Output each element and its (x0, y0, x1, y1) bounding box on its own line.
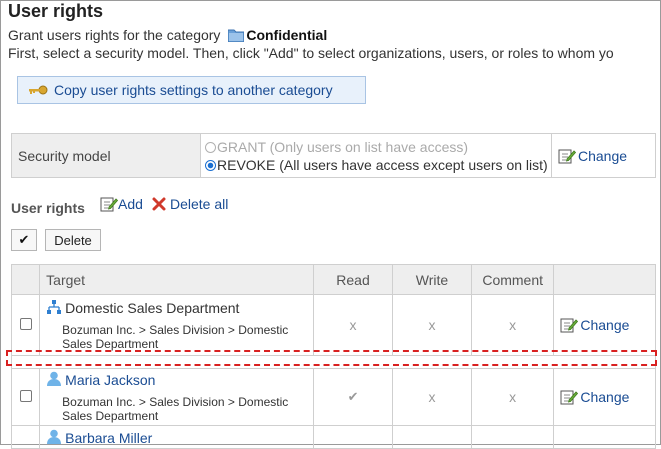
user-rights-heading: User rights (11, 200, 85, 216)
target-path: Bozuman Inc. > Sales Division > Domestic… (62, 395, 289, 423)
header-read: Read (312, 264, 394, 295)
key-icon (28, 82, 48, 98)
folder-icon (227, 28, 245, 45)
read-value: ✔ (312, 368, 394, 426)
header-change-col (553, 264, 656, 295)
write-value: x (392, 368, 472, 426)
security-change-link[interactable]: Change (558, 148, 654, 164)
user-icon (46, 429, 62, 447)
row-checkbox[interactable] (19, 318, 32, 330)
header-comment: Comment (470, 264, 555, 295)
table-row: Domestic Sales Department Bozuman Inc. >… (10, 294, 656, 356)
grant-radio[interactable] (205, 141, 216, 153)
copy-rights-button[interactable]: Copy user rights settings to another cat… (17, 76, 366, 104)
user-icon (46, 371, 62, 389)
comment-value: x (470, 368, 555, 426)
add-icon (100, 197, 118, 212)
add-link[interactable]: Add (100, 196, 143, 212)
target-name: Domestic Sales Department (65, 300, 240, 316)
delete-x-icon (152, 197, 166, 211)
write-value: x (392, 294, 472, 356)
row-checkbox[interactable] (19, 390, 32, 402)
revoke-option-label: REVOKE (All users have access except use… (217, 156, 548, 173)
check-all-button[interactable]: ✔ (11, 229, 37, 251)
revoke-option[interactable]: REVOKE (All users have access except use… (205, 156, 550, 174)
security-model-label: Security model (11, 133, 201, 178)
row-change-label: Change (580, 389, 630, 405)
security-model-table: Security model GRANT (Only users on list… (11, 133, 656, 178)
edit-icon (560, 318, 579, 333)
delete-button[interactable]: Delete (45, 229, 101, 251)
category-name: Confidential (246, 27, 328, 43)
grant-prefix: Grant users rights for the category (8, 27, 221, 43)
instructions-text: First, select a security model. Then, cl… (8, 45, 614, 61)
target-path: Bozuman Inc. > Sales Division > Domestic… (62, 322, 289, 351)
header-target: Target (39, 264, 314, 295)
add-label: Add (118, 196, 143, 212)
page-title: User rights (8, 1, 104, 21)
row-change-label: Change (580, 317, 630, 333)
table-row: Barbara Miller (10, 425, 656, 449)
header-write: Write (392, 264, 472, 295)
grant-option-label: GRANT (Only users on list have access) (217, 138, 469, 155)
delete-all-link[interactable]: Delete all (151, 196, 228, 212)
read-value: x (312, 294, 394, 356)
row-change-link[interactable]: Change (560, 389, 654, 405)
edit-icon (558, 149, 576, 163)
target-name-link[interactable]: Barbara Miller (65, 430, 152, 446)
security-model-options: GRANT (Only users on list have access) R… (200, 133, 552, 178)
organization-icon (46, 299, 62, 317)
insertion-highlight (6, 350, 657, 366)
security-change-label: Change (578, 147, 628, 164)
security-change-cell: Change (551, 133, 656, 178)
grant-description: Grant users rights for the category Conf… (8, 27, 327, 45)
grant-option[interactable]: GRANT (Only users on list have access) (205, 138, 550, 156)
comment-value: x (470, 294, 555, 356)
copy-rights-label: Copy user rights settings to another cat… (54, 82, 333, 98)
row-change-link[interactable]: Change (560, 317, 654, 333)
target-name-link[interactable]: Maria Jackson (65, 372, 155, 388)
revoke-radio[interactable] (205, 159, 216, 171)
table-header-row: Target Read Write Comment (10, 264, 656, 295)
table-row: Maria Jackson Bozuman Inc. > Sales Divis… (10, 368, 656, 426)
header-checkbox-col (10, 264, 41, 295)
edit-icon (560, 390, 579, 405)
delete-all-label: Delete all (170, 196, 229, 212)
